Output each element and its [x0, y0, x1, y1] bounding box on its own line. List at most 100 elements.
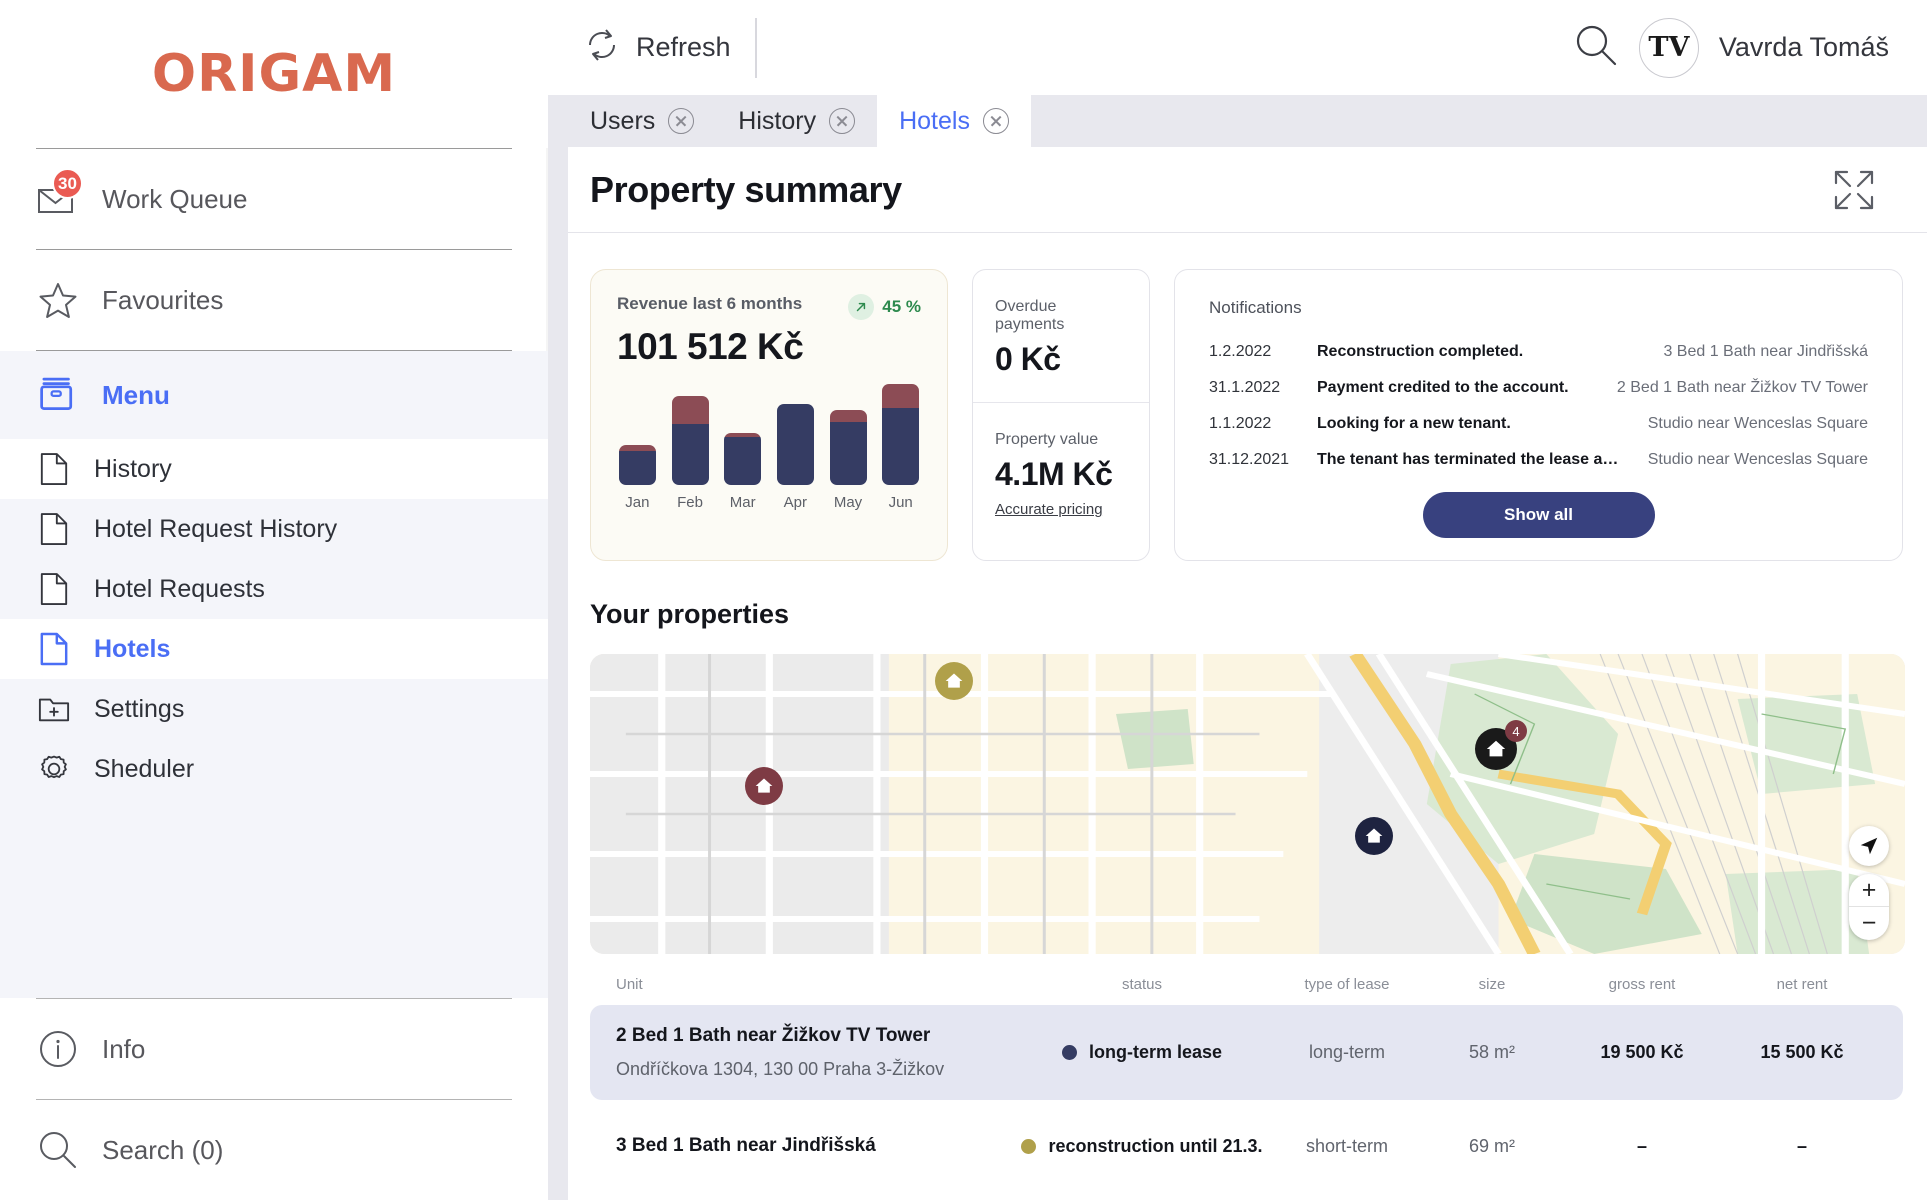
refresh-button[interactable]: Refresh — [572, 25, 755, 70]
sidebar-item-hotel-request-history[interactable]: Hotel Request History — [0, 499, 548, 559]
map-zoom-controls[interactable]: + − — [1849, 874, 1889, 940]
sidebar-item-work-queue[interactable]: 30 Work Queue — [0, 149, 548, 249]
unit-name: 2 Bed 1 Bath near Žižkov TV Tower — [616, 1025, 1017, 1047]
cell-status: long-term lease — [1017, 1042, 1267, 1063]
map-pin-3[interactable] — [1355, 817, 1393, 855]
cell-type-of-lease: long-term — [1267, 1042, 1427, 1063]
show-all-button[interactable]: Show all — [1423, 492, 1655, 538]
table-header-row: Unit status type of lease size gross ren… — [590, 976, 1903, 1005]
toolbar-divider — [755, 18, 757, 78]
work-queue-badge: 30 — [52, 168, 83, 199]
username-label: Vavrda Tomáš — [1719, 32, 1889, 63]
tab-strip: Users History Hotels — [548, 95, 1927, 147]
locate-me-button[interactable] — [1849, 826, 1889, 866]
bar-segment-base — [882, 408, 919, 485]
home-icon — [1485, 738, 1507, 760]
bar-segment-base — [619, 451, 656, 485]
cell-unit: 3 Bed 1 Bath near Jindřišská — [616, 1135, 1017, 1157]
sidebar-item-favourites[interactable]: Favourites — [0, 250, 548, 350]
zoom-out-button[interactable]: − — [1849, 907, 1889, 940]
property-value-label: Property value — [995, 431, 1127, 449]
sidebar-item-settings[interactable]: Settings — [0, 679, 548, 739]
zoom-in-button[interactable]: + — [1849, 874, 1889, 907]
sidebar-item-history[interactable]: History — [0, 439, 548, 499]
close-icon[interactable] — [983, 108, 1009, 134]
overdue-payments-section: Overdue payments 0 Kč — [973, 270, 1149, 402]
search-icon — [36, 1128, 80, 1172]
column-header-type: type of lease — [1267, 976, 1427, 993]
show-all-wrap: Show all — [1209, 492, 1868, 538]
map-pin-1[interactable] — [935, 662, 973, 700]
notification-property: 3 Bed 1 Bath near Jindřišská — [1643, 343, 1868, 361]
notification-row[interactable]: 31.1.2022Payment credited to the account… — [1209, 370, 1868, 406]
table-row[interactable]: 2 Bed 1 Bath near Žižkov TV TowerOndříčk… — [590, 1005, 1903, 1100]
map-pin-cluster[interactable]: 4 — [1475, 728, 1517, 770]
notification-message: Reconstruction completed. — [1317, 343, 1643, 361]
bar-column: Feb — [670, 396, 711, 511]
notification-row[interactable]: 31.12.2021The tenant has terminated the … — [1209, 442, 1868, 478]
notification-row[interactable]: 1.2.2022Reconstruction completed.3 Bed 1… — [1209, 334, 1868, 370]
tab-label-history: History — [738, 107, 816, 136]
bar — [830, 410, 867, 485]
properties-map[interactable]: 4 + − — [590, 654, 1905, 954]
home-icon — [944, 671, 964, 691]
close-icon[interactable] — [668, 108, 694, 134]
star-icon — [36, 278, 80, 322]
column-header-size: size — [1427, 976, 1557, 993]
work-queue-icon-slot: 30 — [36, 177, 80, 221]
notifications-list: 1.2.2022Reconstruction completed.3 Bed 1… — [1209, 334, 1868, 478]
sidebar-bottom: Info Search (0) — [0, 998, 548, 1200]
document-icon — [36, 571, 72, 607]
sidebar-item-search[interactable]: Search (0) — [0, 1100, 548, 1200]
home-icon — [1364, 826, 1384, 846]
table-row[interactable]: 3 Bed 1 Bath near Jindřišskáreconstructi… — [590, 1100, 1903, 1192]
column-header-gross: gross rent — [1557, 976, 1727, 993]
notification-message: The tenant has terminated the lease and … — [1317, 451, 1628, 469]
notification-date: 1.2.2022 — [1209, 343, 1317, 361]
cell-net-rent: 15 500 Kč — [1727, 1042, 1877, 1063]
notification-row[interactable]: 1.1.2022Looking for a new tenant.Studio … — [1209, 406, 1868, 442]
map-pin-2[interactable] — [745, 767, 783, 805]
sidebar-item-label-work-queue: Work Queue — [102, 184, 247, 215]
content-panel: Property summary Revenue last 6 months — [568, 147, 1927, 1200]
bar-label: Jun — [889, 494, 913, 511]
topbar: Refresh TV Vavrda Tomáš — [548, 0, 1927, 95]
tab-history[interactable]: History — [716, 95, 877, 147]
cell-size: 69 m² — [1427, 1136, 1557, 1157]
expand-icon[interactable] — [1833, 169, 1875, 211]
sidebar-item-label-menu: Menu — [102, 380, 170, 411]
document-icon — [36, 511, 72, 547]
main-area: Refresh TV Vavrda Tomáš Users — [548, 0, 1927, 1200]
table-body: 2 Bed 1 Bath near Žižkov TV TowerOndříčk… — [590, 1005, 1903, 1192]
sidebar-item-hotels[interactable]: Hotels — [0, 619, 548, 679]
avatar[interactable]: TV — [1639, 18, 1699, 78]
tab-users[interactable]: Users — [568, 95, 716, 147]
page-title: Property summary — [590, 169, 902, 211]
unit-name: 3 Bed 1 Bath near Jindřišská — [616, 1135, 1017, 1157]
bar-label: Jan — [625, 494, 649, 511]
bar-column: Jan — [617, 445, 658, 511]
sidebar-item-label-search: Search (0) — [102, 1135, 223, 1166]
sidebar-item-info[interactable]: Info — [0, 999, 548, 1099]
brand-logo: ORIGAM — [0, 0, 548, 148]
navigate-icon — [1858, 835, 1880, 857]
tab-hotels[interactable]: Hotels — [877, 95, 1031, 147]
property-value-amount: 4.1M Kč — [995, 456, 1127, 493]
sidebar-item-sheduler[interactable]: Sheduler — [0, 739, 548, 799]
map-canvas — [590, 654, 1905, 954]
sidebar-item-hotel-requests[interactable]: Hotel Requests — [0, 559, 548, 619]
status-label: long-term lease — [1089, 1042, 1222, 1063]
accurate-pricing-link[interactable]: Accurate pricing — [995, 501, 1103, 518]
column-header-unit: Unit — [616, 976, 1017, 993]
bar-label: Feb — [677, 494, 703, 511]
notification-date: 31.1.2022 — [1209, 379, 1317, 397]
close-icon[interactable] — [829, 108, 855, 134]
revenue-label: Revenue last 6 months — [617, 294, 802, 314]
revenue-card: Revenue last 6 months 45 % 101 512 Kč — [590, 269, 948, 561]
notification-property: Studio near Wenceslas Square — [1628, 415, 1868, 433]
search-icon[interactable] — [1573, 22, 1619, 73]
sidebar-item-menu[interactable]: Menu — [0, 351, 548, 439]
bar — [777, 404, 814, 485]
revenue-delta-label: 45 % — [882, 297, 921, 317]
notification-message: Looking for a new tenant. — [1317, 415, 1628, 433]
